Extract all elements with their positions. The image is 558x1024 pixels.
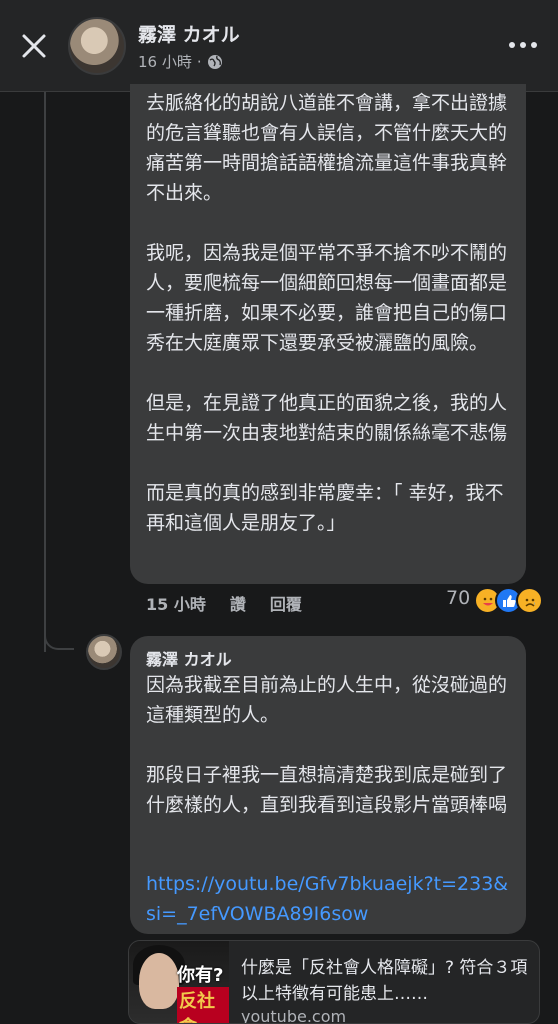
like-button[interactable]: 讚 xyxy=(230,591,246,615)
globe-icon xyxy=(207,54,222,69)
close-button[interactable] xyxy=(14,26,54,66)
reply-button[interactable]: 回覆 xyxy=(270,591,302,615)
close-icon xyxy=(22,34,46,58)
reply-author-avatar[interactable] xyxy=(86,634,122,670)
reaction-count[interactable]: 70 xyxy=(446,587,470,609)
more-icon xyxy=(509,42,537,48)
post-time[interactable]: 16 小時 xyxy=(138,51,192,72)
reply-author-name[interactable]: 霧澤 カオル xyxy=(146,646,232,670)
author-name[interactable]: 霧澤 カオル xyxy=(138,20,240,47)
thumbnail-face xyxy=(139,953,179,1009)
reply-bubble[interactable]: 霧澤 カオル 因為我截至目前為止的人生中，從沒碰過的這種類型的人。 那段日子裡我… xyxy=(130,636,526,934)
reaction-icons[interactable] xyxy=(474,587,543,615)
author-avatar[interactable] xyxy=(68,17,126,75)
preview-title[interactable]: 什麼是「反社會人格障礙」? 符合３項以上特徵有可能患上…… xyxy=(241,955,531,1007)
post-meta: 16 小時 · xyxy=(138,51,223,72)
post-header: 霧澤 カオル 16 小時 · xyxy=(0,0,558,92)
comment-time[interactable]: 15 小時 xyxy=(146,591,206,615)
meta-separator: · xyxy=(196,52,202,71)
more-options-button[interactable] xyxy=(506,32,540,58)
video-thumbnail[interactable]: 你有? 反社會 xyxy=(129,941,229,1023)
comment-text: 去脈絡化的胡說八道誰不會講，拿不出證據的危言聳聽也會有人誤信，不管什麼天大的痛苦… xyxy=(146,92,508,534)
link-preview-card[interactable]: 你有? 反社會 什麼是「反社會人格障礙」? 符合３項以上特徵有可能患上…… yo… xyxy=(128,940,540,1024)
comment-bubble[interactable]: 去脈絡化的胡說八道誰不會講，拿不出證據的危言聳聽也會有人誤信，不管什麼天大的痛苦… xyxy=(130,84,526,584)
preview-domain: youtube.com xyxy=(241,1007,347,1024)
comment-actions: 15 小時 讚 回覆 xyxy=(146,589,302,617)
reply-link[interactable]: https://youtu.be/Gfv7bkuaejk?t=233&si=_7… xyxy=(146,869,516,929)
reply-text: 因為我截至目前為止的人生中，從沒碰過的這種類型的人。 那段日子裡我一直想搞清楚我… xyxy=(146,674,508,816)
sad-icon xyxy=(516,587,543,614)
thread-line xyxy=(44,92,46,652)
thumbnail-caption-1: 你有? xyxy=(177,965,224,986)
thread-connector xyxy=(44,610,74,650)
thumbnail-caption-2: 反社會 xyxy=(177,987,229,1023)
